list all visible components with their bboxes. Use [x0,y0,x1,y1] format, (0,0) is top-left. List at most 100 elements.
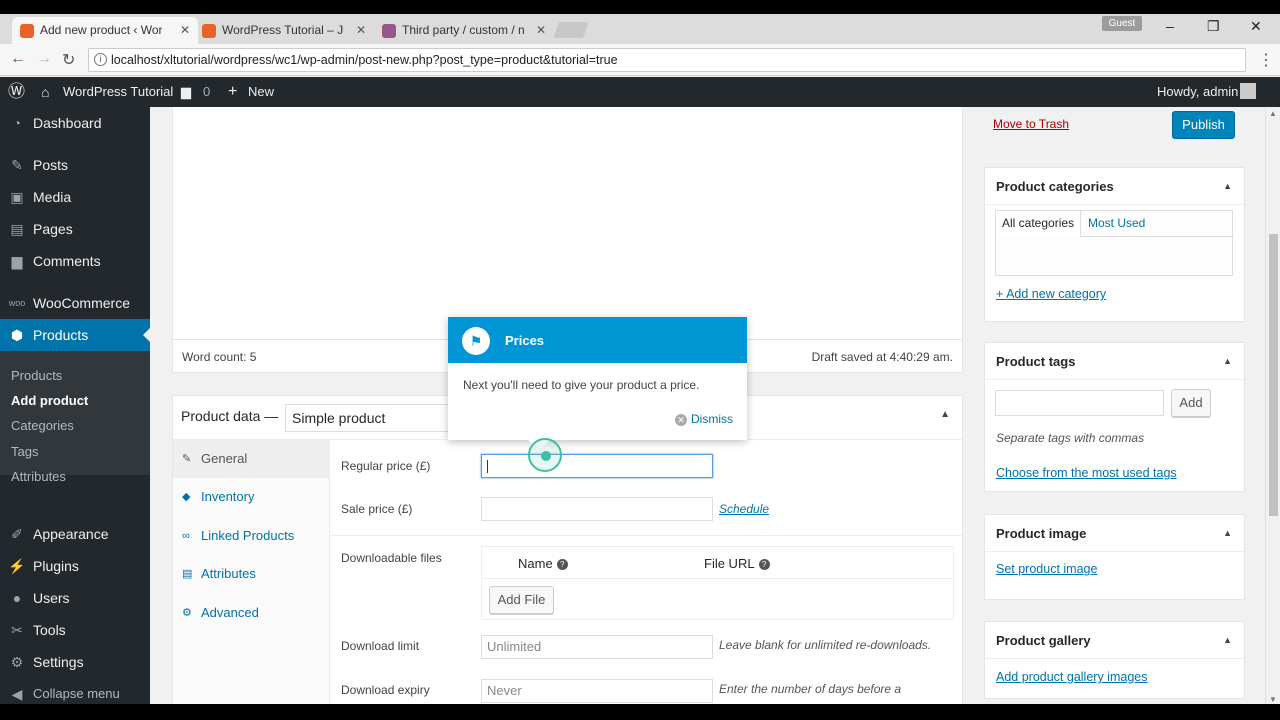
browser-tab-2[interactable]: WordPress Tutorial – Jus ✕ [194,17,374,44]
gear-icon: ⚙ [182,607,192,619]
tab-favicon-icon [202,24,216,38]
product-categories-box: Product categories ▲ All categories Most… [984,167,1245,322]
sidebar-item-woocommerce[interactable]: woo WooCommerce [0,287,150,319]
comments-count[interactable]: 0 [203,77,210,107]
sidebar-item-pages[interactable]: ▤ Pages [0,213,150,245]
tab-all-categories[interactable]: All categories [995,210,1081,237]
column-header-name: Name? [518,556,568,571]
sidebar-item-plugins[interactable]: ⚡ Plugins [0,550,150,582]
box-toggle-icon[interactable]: ▲ [1223,528,1232,538]
pulse-dot [541,451,551,461]
download-expiry-input[interactable]: Never [481,679,713,703]
box-toggle-icon[interactable]: ▲ [1223,635,1232,645]
info-icon[interactable]: i [94,53,107,66]
product-gallery-box: Product gallery ▲ Add product gallery im… [984,621,1245,699]
set-product-image-link[interactable]: Set product image [996,562,1097,576]
restore-icon[interactable]: ❐ [1207,18,1220,35]
divider [985,551,1244,552]
submenu-item-attributes[interactable]: Attributes [11,469,66,484]
minimize-icon[interactable]: – [1166,18,1174,34]
woo-icon: woo [8,298,26,308]
add-tag-button[interactable]: Add [1171,389,1211,417]
scroll-thumb[interactable] [1269,234,1278,516]
comment-icon[interactable]: ▆ [181,77,191,107]
publish-button[interactable]: Publish [1172,111,1235,139]
wordpress-logo-icon[interactable]: Ⓦ [8,77,25,107]
sidebar-item-users[interactable]: ● Users [0,582,150,614]
downloadable-files-label: Downloadable files [341,551,442,565]
download-limit-input[interactable]: Unlimited [481,635,713,659]
tab-attributes[interactable]: ▤ Attributes [173,555,330,593]
avatar[interactable] [1240,83,1256,99]
tag-input[interactable] [995,390,1164,416]
tab-linked-products[interactable]: ∞ Linked Products [173,517,330,555]
profile-badge[interactable]: Guest [1102,16,1142,31]
browser-menu-icon[interactable]: ⋮ [1258,50,1274,70]
sidebar-item-comments[interactable]: ▆ Comments [0,245,150,277]
site-name-link[interactable]: WordPress Tutorial [63,77,173,107]
help-icon[interactable]: ? [556,559,568,571]
browser-tab-3[interactable]: Third party / custom / n ✕ [374,17,554,44]
url-input[interactable]: i localhost/xltutorial/wordpress/wc1/wp-… [88,48,1246,72]
help-icon[interactable]: ? [758,559,770,571]
back-icon[interactable]: ← [10,50,26,68]
tab-label: WordPress Tutorial – Jus [222,23,344,37]
sidebar-item-dashboard[interactable]: ◔ Dashboard [0,107,150,139]
sidebar-item-label: Plugins [33,558,79,574]
product-data-title: Product data — [181,408,279,424]
collapse-menu-button[interactable]: ◀ Collapse menu [0,678,150,704]
box-toggle-icon[interactable]: ▲ [1223,356,1232,366]
choose-tags-link[interactable]: Choose from the most used tags [996,466,1177,480]
scroll-down-icon[interactable]: ▼ [1269,695,1277,704]
close-tab-icon[interactable]: ✕ [180,17,190,44]
page-scrollbar[interactable]: ▲ ▼ [1265,107,1280,704]
submenu-item-products[interactable]: Products [11,368,62,383]
sidebar-item-products[interactable]: ⬢ Products [0,319,150,351]
new-content-link[interactable]: New [248,77,274,107]
new-tab-button[interactable] [553,22,589,38]
add-file-button[interactable]: Add File [489,586,554,614]
close-tab-icon[interactable]: ✕ [536,17,546,44]
text-caret [487,460,488,473]
sidebar-item-posts[interactable]: ✎ Posts [0,149,150,181]
howdy-link[interactable]: Howdy, admin [1157,77,1238,107]
plus-icon: + [228,83,238,100]
tab-most-used[interactable]: Most Used [1088,216,1145,230]
scroll-up-icon[interactable]: ▲ [1269,109,1277,118]
sidebar-item-appearance[interactable]: ✐ Appearance [0,518,150,550]
panel-toggle-icon[interactable]: ▲ [940,409,950,420]
sidebar-item-label: Appearance [33,526,109,542]
tab-general[interactable]: ✎ General [173,440,330,478]
product-type-select[interactable]: Simple product [285,404,455,432]
browser-tab-1[interactable]: Add new product ‹ Word ✕ [12,17,198,44]
reload-icon[interactable]: ↻ [62,50,75,70]
schedule-link[interactable]: Schedule [719,502,769,516]
submenu-item-categories[interactable]: Categories [11,418,74,433]
sidebar-item-tools[interactable]: ✂ Tools [0,614,150,646]
box-title: Product categories [996,179,1114,194]
tab-advanced[interactable]: ⚙ Advanced [173,594,330,632]
tab-label: Third party / custom / n [402,23,524,37]
submenu-item-tags[interactable]: Tags [11,444,38,459]
dismiss-button[interactable]: ✕ Dismiss [675,412,733,426]
link-icon: ∞ [182,530,190,542]
move-to-trash-link[interactable]: Move to Trash [993,117,1069,131]
add-new-category-link[interactable]: + Add new category [996,287,1106,301]
close-tab-icon[interactable]: ✕ [356,17,366,44]
tab-inventory[interactable]: ◆ Inventory [173,478,330,516]
sidebar-item-settings[interactable]: ⚙ Settings [0,646,150,678]
sale-price-input[interactable] [481,497,713,521]
sidebar-item-label: Settings [33,654,84,670]
sidebar-item-media[interactable]: ▣ Media [0,181,150,213]
add-gallery-images-link[interactable]: Add product gallery images [996,670,1147,684]
close-window-icon[interactable]: ✕ [1250,18,1262,35]
home-icon: ⌂ [41,84,50,100]
regular-price-input[interactable] [481,454,713,478]
wrench-icon: ✎ [182,453,192,465]
brush-icon: ✐ [11,526,23,542]
submenu-item-add-product[interactable]: Add product [11,393,88,408]
download-expiry-note: Enter the number of days before a downlo… [719,682,902,696]
box-toggle-icon[interactable]: ▲ [1223,181,1232,191]
forward-icon[interactable]: → [36,50,52,68]
divider [985,379,1244,380]
